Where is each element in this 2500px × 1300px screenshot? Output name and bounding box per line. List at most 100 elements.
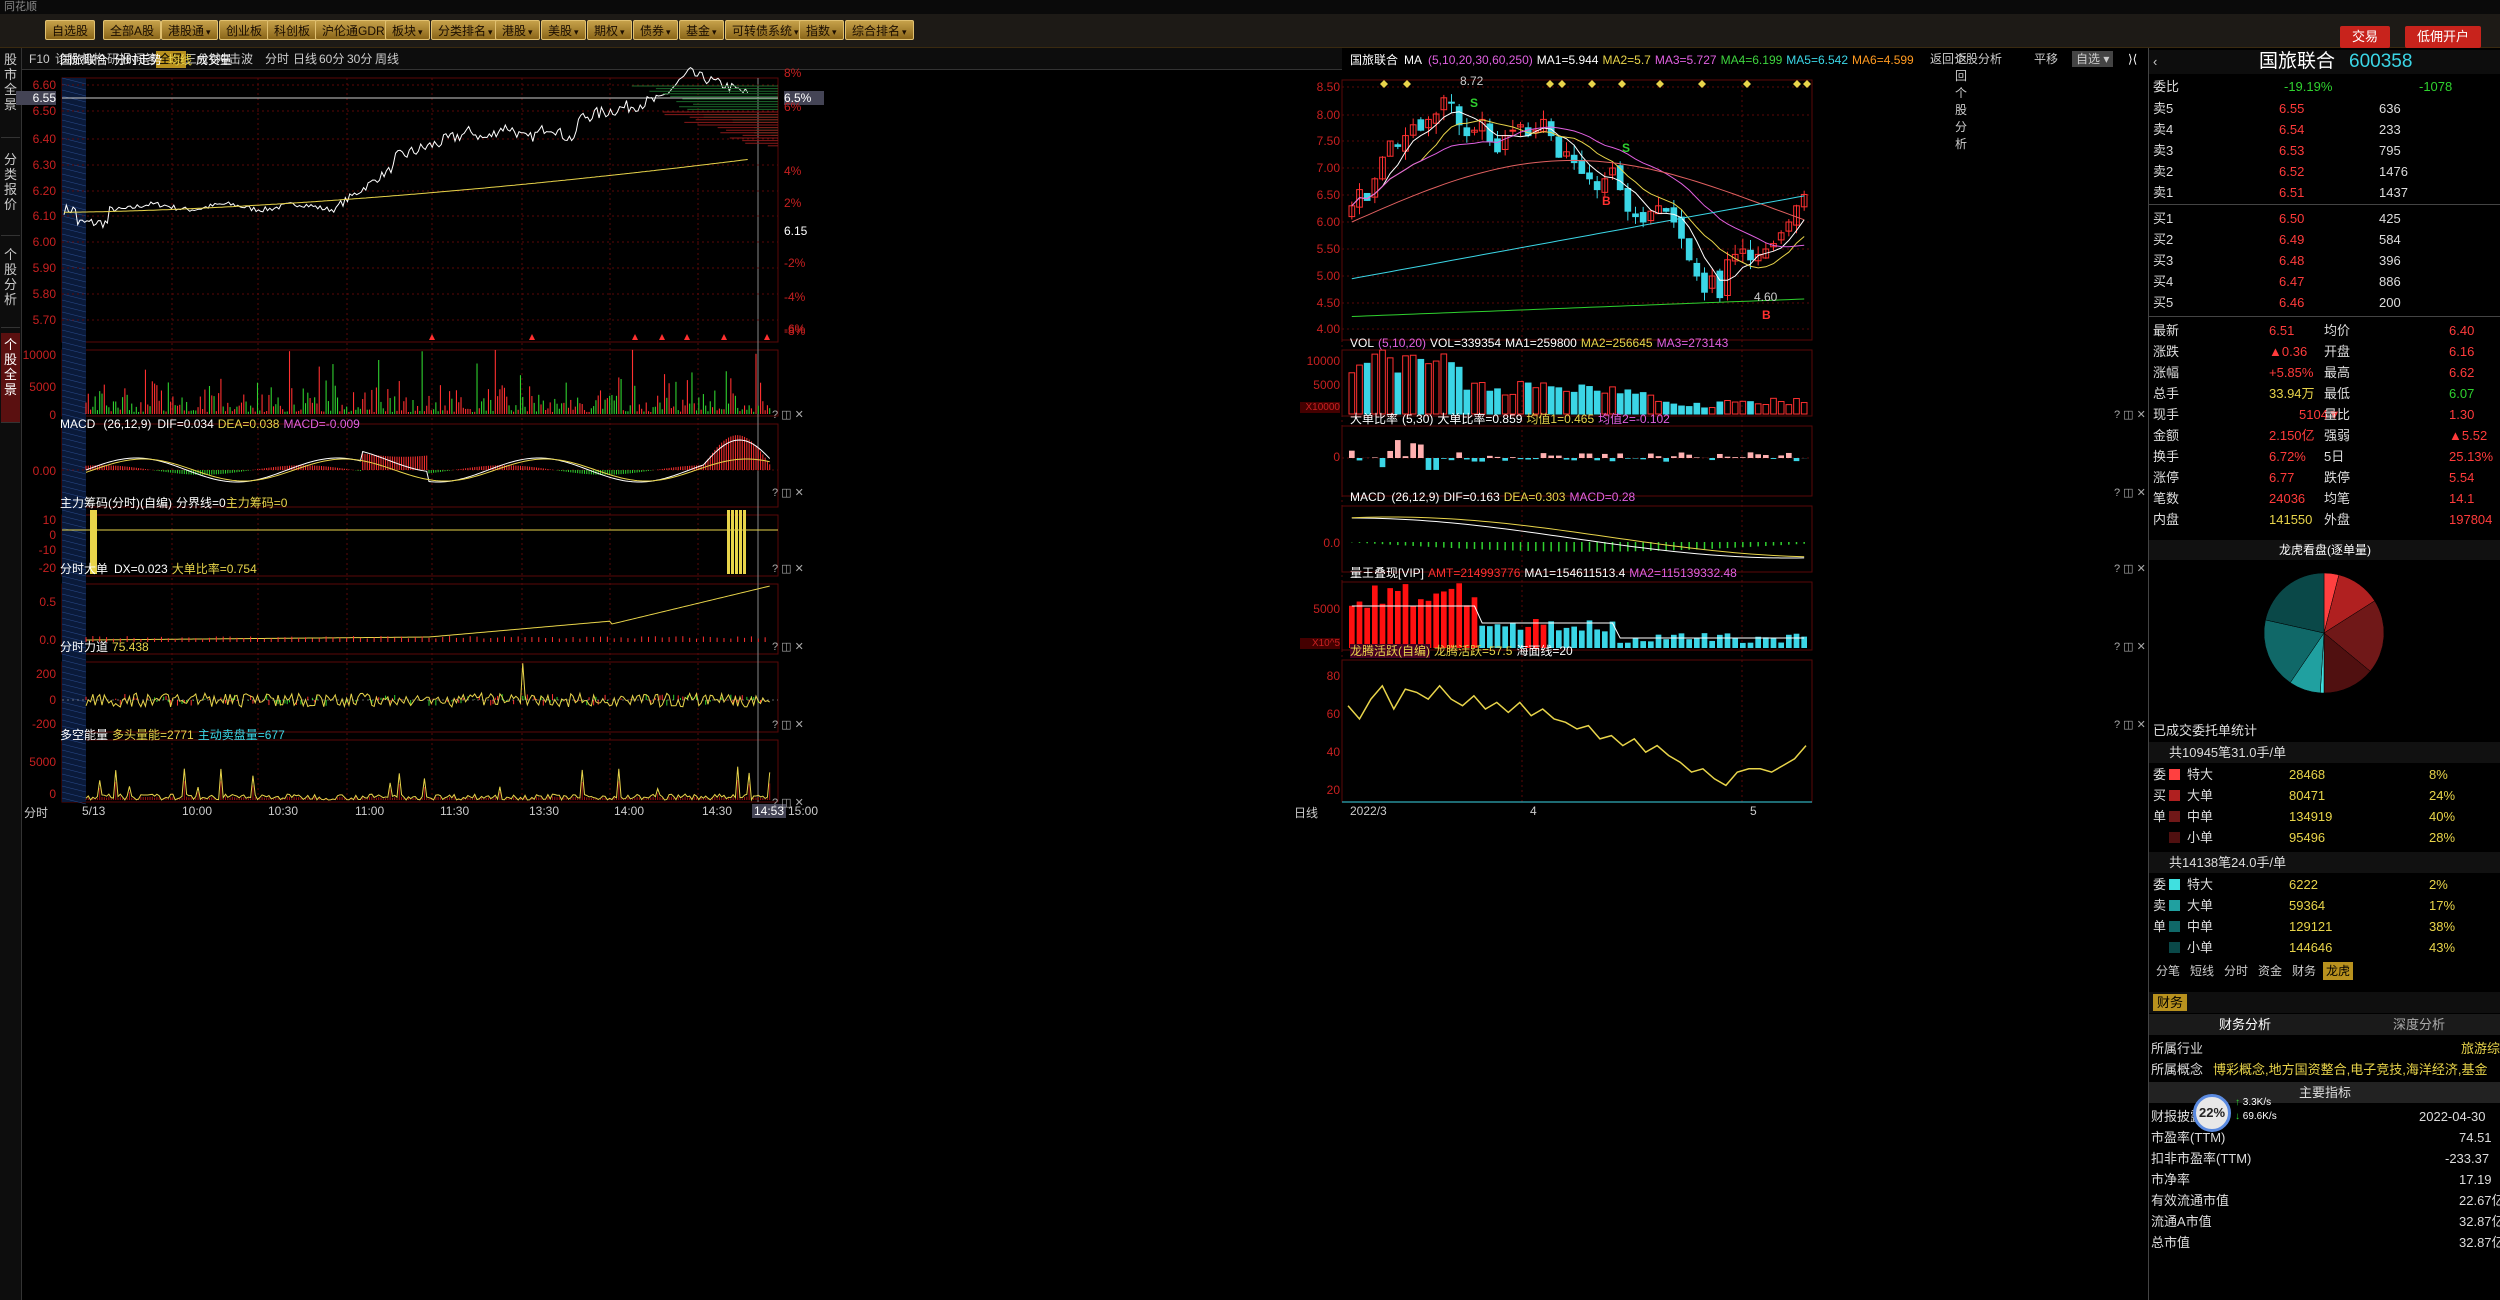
kline-volume-bar (1793, 398, 1800, 415)
watchlist-dropdown[interactable]: 自选 ▾ (2072, 51, 2114, 67)
panel-window-buttons[interactable]: ? ◫ ✕ (2114, 718, 2146, 731)
panel-window-buttons[interactable]: ? ◫ ✕ (2114, 562, 2146, 575)
collapse-icon[interactable]: ⟩⟨ (2128, 50, 2137, 68)
legend-swatch (2169, 942, 2180, 953)
vol-ma3: MA3=273143 (1656, 336, 1729, 350)
finance-value: 17.19 (2459, 1172, 2492, 1187)
panel-window-buttons[interactable]: ? ◫ ✕ (772, 718, 804, 731)
candle-body (1747, 249, 1754, 261)
menu-item-6[interactable]: 板块 ▾ (385, 20, 430, 40)
network-speed-widget[interactable]: 22% (2193, 1094, 2231, 1132)
candle-body (1455, 106, 1463, 126)
panel-window-buttons[interactable]: ? ◫ ✕ (772, 796, 804, 809)
kline-price-label: 6.50 (1316, 188, 1340, 202)
menu-item-8[interactable]: 港股 ▾ (495, 20, 540, 40)
kline-volume-bar (1440, 353, 1448, 415)
ddbl-bar (1433, 458, 1439, 470)
industry-value[interactable]: 旅游综合 (2461, 1038, 2500, 1059)
top-tab-12[interactable]: 周线 (372, 51, 402, 68)
sell-volume: 233 (2379, 122, 2401, 137)
candle-body (1716, 270, 1724, 299)
kline-volume-bar (1670, 403, 1678, 415)
stat-value: +5.85% (2269, 365, 2314, 380)
menu-item-0[interactable]: 自选股 (45, 20, 96, 40)
quote-subtab-5[interactable]: 龙虎 (2323, 962, 2354, 980)
ddbl-name: 大单比率 (1350, 412, 1399, 426)
stock-code: 600358 (2349, 51, 2413, 72)
finance-row: 市净率 17.19 (2149, 1169, 2500, 1190)
kline-price-label: 7.50 (1316, 134, 1340, 148)
finance-tab[interactable]: 财务 (2153, 994, 2188, 1011)
finance-label: 扣非市盈率(TTM) (2151, 1151, 2252, 1166)
top-tab-11[interactable]: 30分 (344, 51, 375, 68)
menu-item-14[interactable]: 指数 ▾ (799, 20, 844, 40)
panel-window-buttons[interactable]: ? ◫ ✕ (772, 562, 804, 575)
menu-item-label: 港股通 (168, 24, 205, 38)
panel-window-buttons[interactable]: ? ◫ ✕ (772, 486, 804, 499)
menu-item-13[interactable]: 可转债系统 ▾ (725, 20, 806, 40)
kline-date-label: 5 (1750, 804, 1757, 818)
deep-analysis-tab[interactable]: 深度分析 (2393, 1014, 2445, 1035)
quote-subtab-2[interactable]: 分时 (2221, 962, 2251, 980)
menu-item-4[interactable]: 科创板 (267, 20, 318, 40)
kline-volume-bar (1425, 363, 1432, 415)
candle-body (1685, 238, 1693, 261)
panel-window-buttons[interactable]: ? ◫ ✕ (2114, 640, 2146, 653)
menu-item-11[interactable]: 债券 ▾ (633, 20, 678, 40)
top-tab-0[interactable]: F10 (26, 51, 53, 68)
kline-volume-bar (1708, 407, 1716, 415)
menu-item-12[interactable]: 基金 ▾ (679, 20, 724, 40)
menu-item-7[interactable]: 分类排名 ▾ (431, 20, 500, 40)
chevron-down-icon: ▾ (832, 27, 837, 37)
quote-stat-row: 最新 6.51 均价 6.40 (2149, 320, 2500, 341)
ddbl-bar (1778, 455, 1784, 458)
lhy-axis-label: 40 (1326, 745, 1340, 759)
back-chevron-icon[interactable]: ‹ (2153, 50, 2157, 74)
buy-level-2: 买2 6.49 584 (2149, 229, 2500, 250)
kmacd-dif: DIF=0.163 (1443, 490, 1500, 504)
menu-item-5[interactable]: 沪伦通GDR (315, 20, 392, 40)
quote-subtab-1[interactable]: 短线 (2187, 962, 2217, 980)
dadan-ratio: 大单比率=0.754 (171, 562, 257, 576)
open-account-button[interactable]: 低佣开户 (2405, 26, 2482, 48)
candle-body (1639, 212, 1647, 223)
finance-row: 总市值 32.87亿 (2149, 1232, 2500, 1253)
panel-window-buttons[interactable]: ? ◫ ✕ (772, 408, 804, 421)
concept-value[interactable]: 博彩概念,地方国资整合,电子竞技,海洋经济,基金 (2213, 1059, 2487, 1080)
menu-item-10[interactable]: 期权 ▾ (587, 20, 632, 40)
menu-item-label: 创业板 (226, 24, 263, 38)
ma2-value: MA2=5.7 (1602, 53, 1651, 67)
menu-item-1[interactable]: 全部A股 (103, 20, 162, 40)
lwdl-ma1: MA1=154611513.4 (1524, 566, 1626, 580)
top-tab-8[interactable]: 分时 (262, 51, 292, 68)
stat-label: 最高 (2324, 365, 2351, 380)
panel-window-buttons[interactable]: ? ◫ ✕ (2114, 486, 2146, 499)
panel-window-buttons[interactable]: ? ◫ ✕ (772, 640, 804, 653)
signal-diamond (1618, 80, 1626, 88)
ddbl-bar (1441, 458, 1447, 459)
ddbl-bar (1717, 453, 1723, 458)
buy-volume: 584 (2379, 232, 2401, 247)
quote-subtab-4[interactable]: 财务 (2289, 962, 2319, 980)
finance-analysis-tab[interactable]: 财务分析 (2219, 1014, 2271, 1035)
menu-item-2[interactable]: 港股通 ▾ (161, 20, 218, 40)
buy-side-label: 单 (2153, 809, 2167, 824)
menu-item-15[interactable]: 综合排名 ▾ (845, 20, 914, 40)
ddbl-bar (1418, 444, 1424, 458)
flat-toggle[interactable]: 平移 (2034, 50, 2058, 68)
back-to-analysis-link[interactable]: 返回个股分析 (1930, 50, 2002, 68)
sell-price: 6.53 (2279, 143, 2305, 158)
panel-window-buttons[interactable]: ? ◫ ✕ (2114, 408, 2146, 421)
quote-subtab-3[interactable]: 资金 (2255, 962, 2285, 980)
order-pie-chart (2263, 572, 2385, 694)
ddbl-params: (5,30) (1402, 412, 1434, 426)
menu-item-3[interactable]: 创业板 (219, 20, 270, 40)
panel-frame (61, 583, 779, 655)
trade-button[interactable]: 交易 (2340, 26, 2391, 48)
kline-volume-bar (1777, 401, 1785, 415)
quote-subtab-0[interactable]: 分笔 (2153, 962, 2183, 980)
menu-item-9[interactable]: 美股 ▾ (541, 20, 586, 40)
ma10-line (1351, 119, 1805, 269)
order-pct: 43% (2429, 940, 2456, 955)
top-tab-10[interactable]: 60分 (316, 51, 347, 68)
